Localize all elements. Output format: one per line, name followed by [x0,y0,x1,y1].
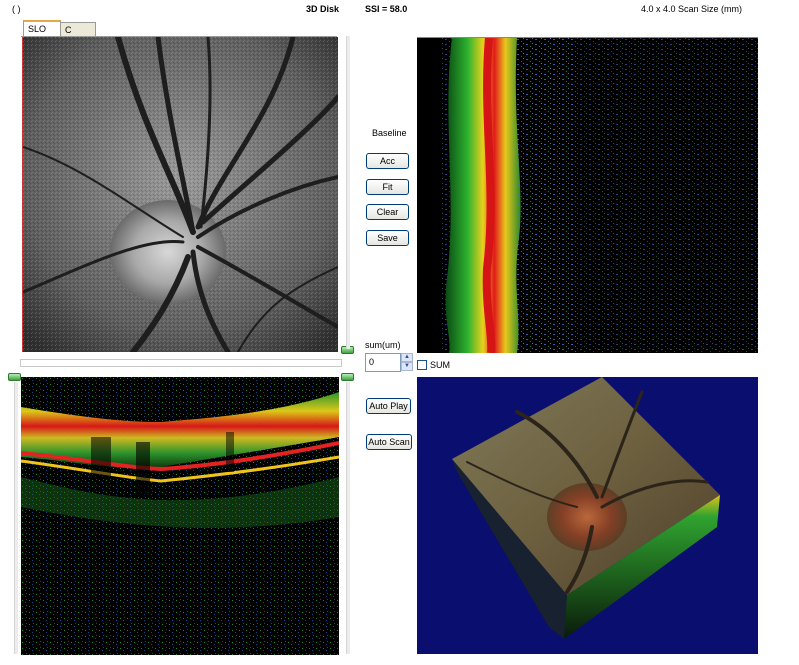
sum-checkbox[interactable] [417,360,427,370]
auto-play-button[interactable]: Auto Play [366,398,411,414]
acc-button[interactable]: Acc [366,153,409,169]
spin-down-icon[interactable]: ▼ [401,362,413,371]
oct-top-right-image [417,37,758,353]
volume-3d-render[interactable] [417,377,758,654]
baseline-label: Baseline [372,128,407,138]
bscan-vertical-slider-track-left[interactable] [14,382,18,654]
sum-spinner[interactable]: ▲ ▼ [401,353,413,372]
bscan-vertical-slider-track-right[interactable] [346,382,350,654]
tab-c-scan[interactable]: C Scan [60,22,96,50]
sum-checkbox-label: SUM [430,360,450,370]
sum-input[interactable]: 0 [365,353,401,372]
bscan-oct-image [21,377,339,655]
tab-slo[interactable]: SLO [23,20,61,37]
save-button[interactable]: Save [366,230,409,246]
sum-label: sum(um) [365,340,401,350]
slo-horizontal-slider-track[interactable] [20,359,342,367]
view-title: 3D Disk [306,4,340,14]
bscan-right-slider-thumb[interactable] [341,373,354,381]
window-marker: ( ) [12,4,21,14]
slo-vertical-slider-track[interactable] [346,36,350,349]
clear-button[interactable]: Clear [366,204,409,220]
spin-up-icon[interactable]: ▲ [401,353,413,362]
fit-button[interactable]: Fit [366,179,409,195]
auto-scan-button[interactable]: Auto Scan [366,434,412,450]
ssi-readout: SSI = 58.0 [365,4,408,14]
scan-size-label: 4.0 x 4.0 Scan Size (mm) [641,4,743,14]
bscan-left-slider-thumb[interactable] [8,373,21,381]
slo-fundus-image[interactable] [22,37,338,352]
